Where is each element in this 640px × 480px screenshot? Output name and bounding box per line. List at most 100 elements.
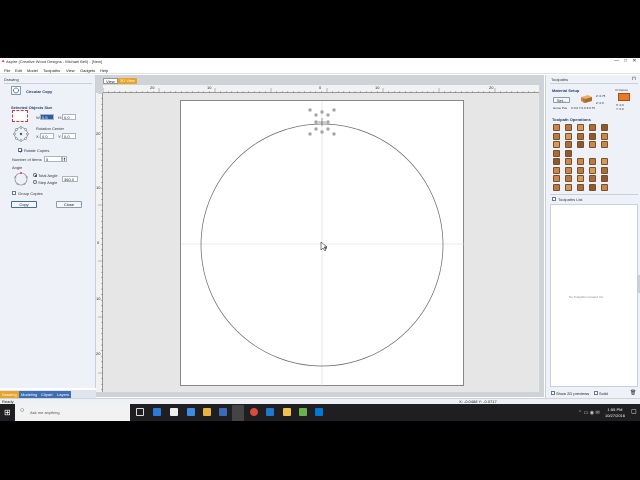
step-angle-radio[interactable] — [33, 180, 37, 184]
number-of-items-input[interactable]: 5 — [44, 156, 62, 162]
tab-drawing[interactable]: Drawing — [0, 391, 19, 398]
menu-toolpaths[interactable]: Toolpaths — [43, 68, 60, 73]
pin-icon[interactable]: ⊓ — [632, 76, 636, 82]
menu-model[interactable]: Model — [27, 68, 38, 73]
z-bottom-label: Z: 0.0 — [596, 101, 604, 105]
width-input[interactable]: 0.5 — [40, 114, 54, 120]
toolpath-operation-icon[interactable] — [577, 158, 584, 165]
copy-button[interactable]: Copy — [11, 201, 37, 208]
tab-layers[interactable]: Layers — [55, 391, 72, 398]
toolpath-operation-icon[interactable] — [565, 124, 572, 131]
app-icon-blue[interactable] — [219, 408, 227, 416]
machine-icon[interactable] — [618, 93, 630, 101]
minimize-button[interactable]: — — [612, 58, 621, 66]
show-2d-previews-checkbox[interactable] — [551, 391, 555, 395]
app-icon-4[interactable] — [299, 408, 307, 416]
toolpath-operation-icon[interactable] — [553, 183, 560, 191]
toolpath-operation-icon[interactable] — [589, 158, 596, 165]
toolpath-operation-icon[interactable] — [589, 124, 596, 131]
menu-gadgets[interactable]: Gadgets — [80, 68, 95, 73]
toolpath-operation-icon[interactable] — [601, 132, 608, 140]
toolpath-operation-icon[interactable] — [565, 166, 572, 174]
total-angle-input[interactable]: 360.0 — [62, 176, 78, 182]
solid-checkbox[interactable] — [594, 391, 598, 395]
toolpath-operation-icon[interactable] — [589, 141, 596, 148]
toolpath-operation-icon[interactable] — [553, 141, 560, 148]
toolpath-operation-icon[interactable] — [553, 175, 560, 182]
total-angle-radio[interactable] — [33, 173, 37, 177]
toolpath-operation-icon[interactable] — [589, 166, 596, 174]
taskbar-search[interactable]: ○ Ask me anything — [15, 404, 130, 421]
group-copies-checkbox[interactable] — [12, 191, 16, 195]
tab-2d-view[interactable]: View — [103, 78, 118, 84]
empty-list-message: No Toolpaths Created Yet — [569, 295, 603, 299]
task-view-icon[interactable] — [136, 408, 144, 416]
panel-tabs: Drawing Modeling Clipart Layers — [0, 390, 96, 398]
toolpath-operation-icon[interactable] — [601, 175, 608, 182]
windows-start-icon[interactable]: ⊞ — [4, 408, 11, 417]
ruler-left-label: 20 — [96, 351, 101, 356]
system-tray-icons[interactable]: ⌃ ▭ ◉ ✉ — [578, 410, 600, 416]
rotate-copies-checkbox[interactable] — [18, 148, 23, 153]
toolpath-operation-icon[interactable] — [553, 166, 560, 174]
menu-help[interactable]: Help — [100, 68, 108, 73]
menu-file[interactable]: File — [4, 68, 10, 73]
chrome-icon[interactable] — [250, 408, 258, 416]
edge-icon[interactable] — [153, 408, 161, 416]
file-explorer-icon[interactable] — [203, 408, 211, 416]
toolpath-operation-icon[interactable] — [601, 141, 608, 148]
store-icon[interactable] — [170, 408, 178, 416]
aspire-taskbar-icon[interactable] — [232, 405, 244, 421]
toolpath-operation-icon[interactable] — [565, 141, 572, 148]
center-x-input[interactable]: 0.0 — [40, 133, 54, 139]
toolpath-operation-icon[interactable] — [577, 132, 584, 140]
toolpath-operation-icon[interactable] — [577, 175, 584, 182]
mail-icon[interactable] — [187, 408, 195, 416]
toolpath-operation-icon[interactable] — [589, 132, 596, 140]
menu-view[interactable]: View — [66, 68, 75, 73]
anchor-grid-icon[interactable] — [12, 125, 30, 143]
toolpath-operation-icon[interactable] — [577, 166, 584, 174]
material-sheet[interactable] — [180, 100, 465, 387]
toolpath-operation-icon[interactable] — [565, 132, 572, 140]
notifications-icon[interactable]: ▢ — [631, 408, 637, 415]
menu-edit[interactable]: Edit — [15, 68, 22, 73]
toolpath-operation-icon[interactable] — [553, 158, 560, 165]
toolpath-operation-icon[interactable] — [577, 141, 584, 148]
toolpath-operation-icon[interactable] — [553, 149, 560, 157]
material-set-button[interactable]: Set... — [553, 97, 570, 103]
app-icon-5[interactable] — [315, 408, 323, 416]
items-spinner[interactable]: ▴ ▾ — [62, 156, 67, 162]
tab-clipart[interactable]: Clipart — [39, 391, 55, 398]
toolpath-operation-icon[interactable] — [589, 183, 596, 191]
toolpath-operation-icon[interactable] — [577, 124, 584, 131]
toolpath-operation-icon[interactable] — [565, 183, 572, 191]
app-icon-3[interactable] — [283, 408, 291, 416]
toolpaths-list-checkbox[interactable] — [552, 197, 556, 201]
toolpath-operation-icon[interactable] — [601, 124, 608, 131]
toolpath-operation-icon[interactable] — [565, 175, 572, 182]
toolpath-operation-icon[interactable] — [601, 158, 608, 165]
close-button[interactable]: ✕ — [630, 58, 639, 66]
toolpath-operation-icon[interactable] — [565, 158, 572, 165]
toolpath-operation-icon[interactable] — [589, 175, 596, 182]
close-tool-button[interactable]: Close — [56, 201, 82, 208]
tab-3d-view[interactable]: 3D View — [118, 78, 137, 84]
height-input[interactable]: 0.0 — [62, 114, 76, 120]
selection-handles[interactable] — [308, 108, 336, 136]
toolpaths-list[interactable]: No Toolpaths Created Yet — [550, 204, 638, 387]
toolpath-operation-icon[interactable] — [577, 183, 584, 191]
center-y-input[interactable]: 0.0 — [62, 133, 76, 139]
maximize-button[interactable]: □ — [621, 58, 630, 66]
toolpath-operation-icon[interactable] — [565, 149, 572, 157]
delete-icon[interactable]: 🗑 — [630, 390, 636, 396]
clock-time[interactable]: 1:55 PM — [604, 407, 626, 412]
tab-modeling[interactable]: Modeling — [19, 391, 40, 398]
toolpath-operation-icon[interactable] — [601, 183, 608, 191]
app-icon-2[interactable] — [266, 408, 274, 416]
toolpath-operation-icon[interactable] — [601, 166, 608, 174]
divider — [550, 194, 638, 195]
toolpath-operation-icon[interactable] — [553, 124, 560, 131]
toolpath-operation-icon[interactable] — [553, 132, 560, 140]
clock-date[interactable]: 10/27/2016 — [601, 413, 629, 418]
